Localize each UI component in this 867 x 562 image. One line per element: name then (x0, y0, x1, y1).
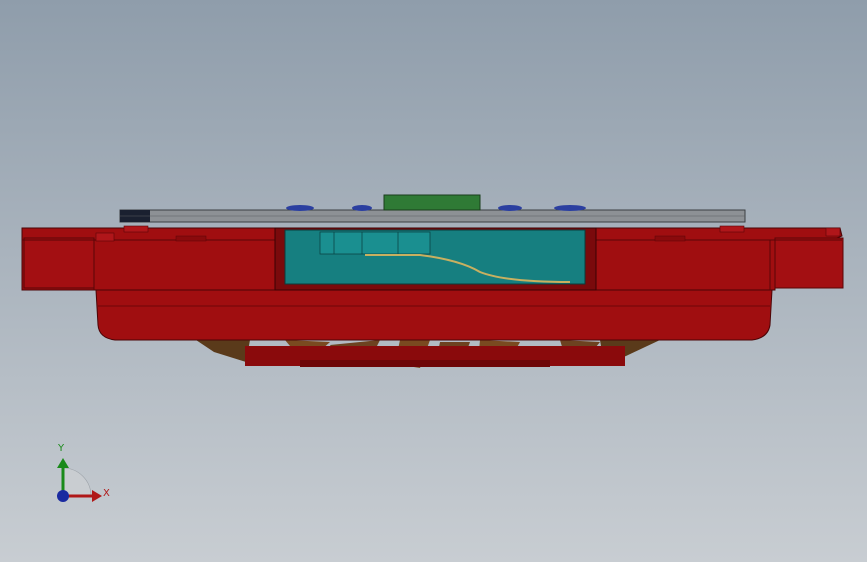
pcb-component (383, 194, 481, 211)
lower-shroud (95, 289, 773, 341)
cad-viewport[interactable]: Y X (0, 0, 867, 562)
fan-blades (196, 340, 660, 368)
model-canvas[interactable] (0, 0, 867, 562)
backplate (119, 194, 746, 223)
z-axis-dot-icon (57, 490, 69, 502)
triad-x-label: X (103, 488, 110, 499)
axis-triad (57, 458, 102, 502)
triad-y-label: Y (58, 443, 65, 454)
